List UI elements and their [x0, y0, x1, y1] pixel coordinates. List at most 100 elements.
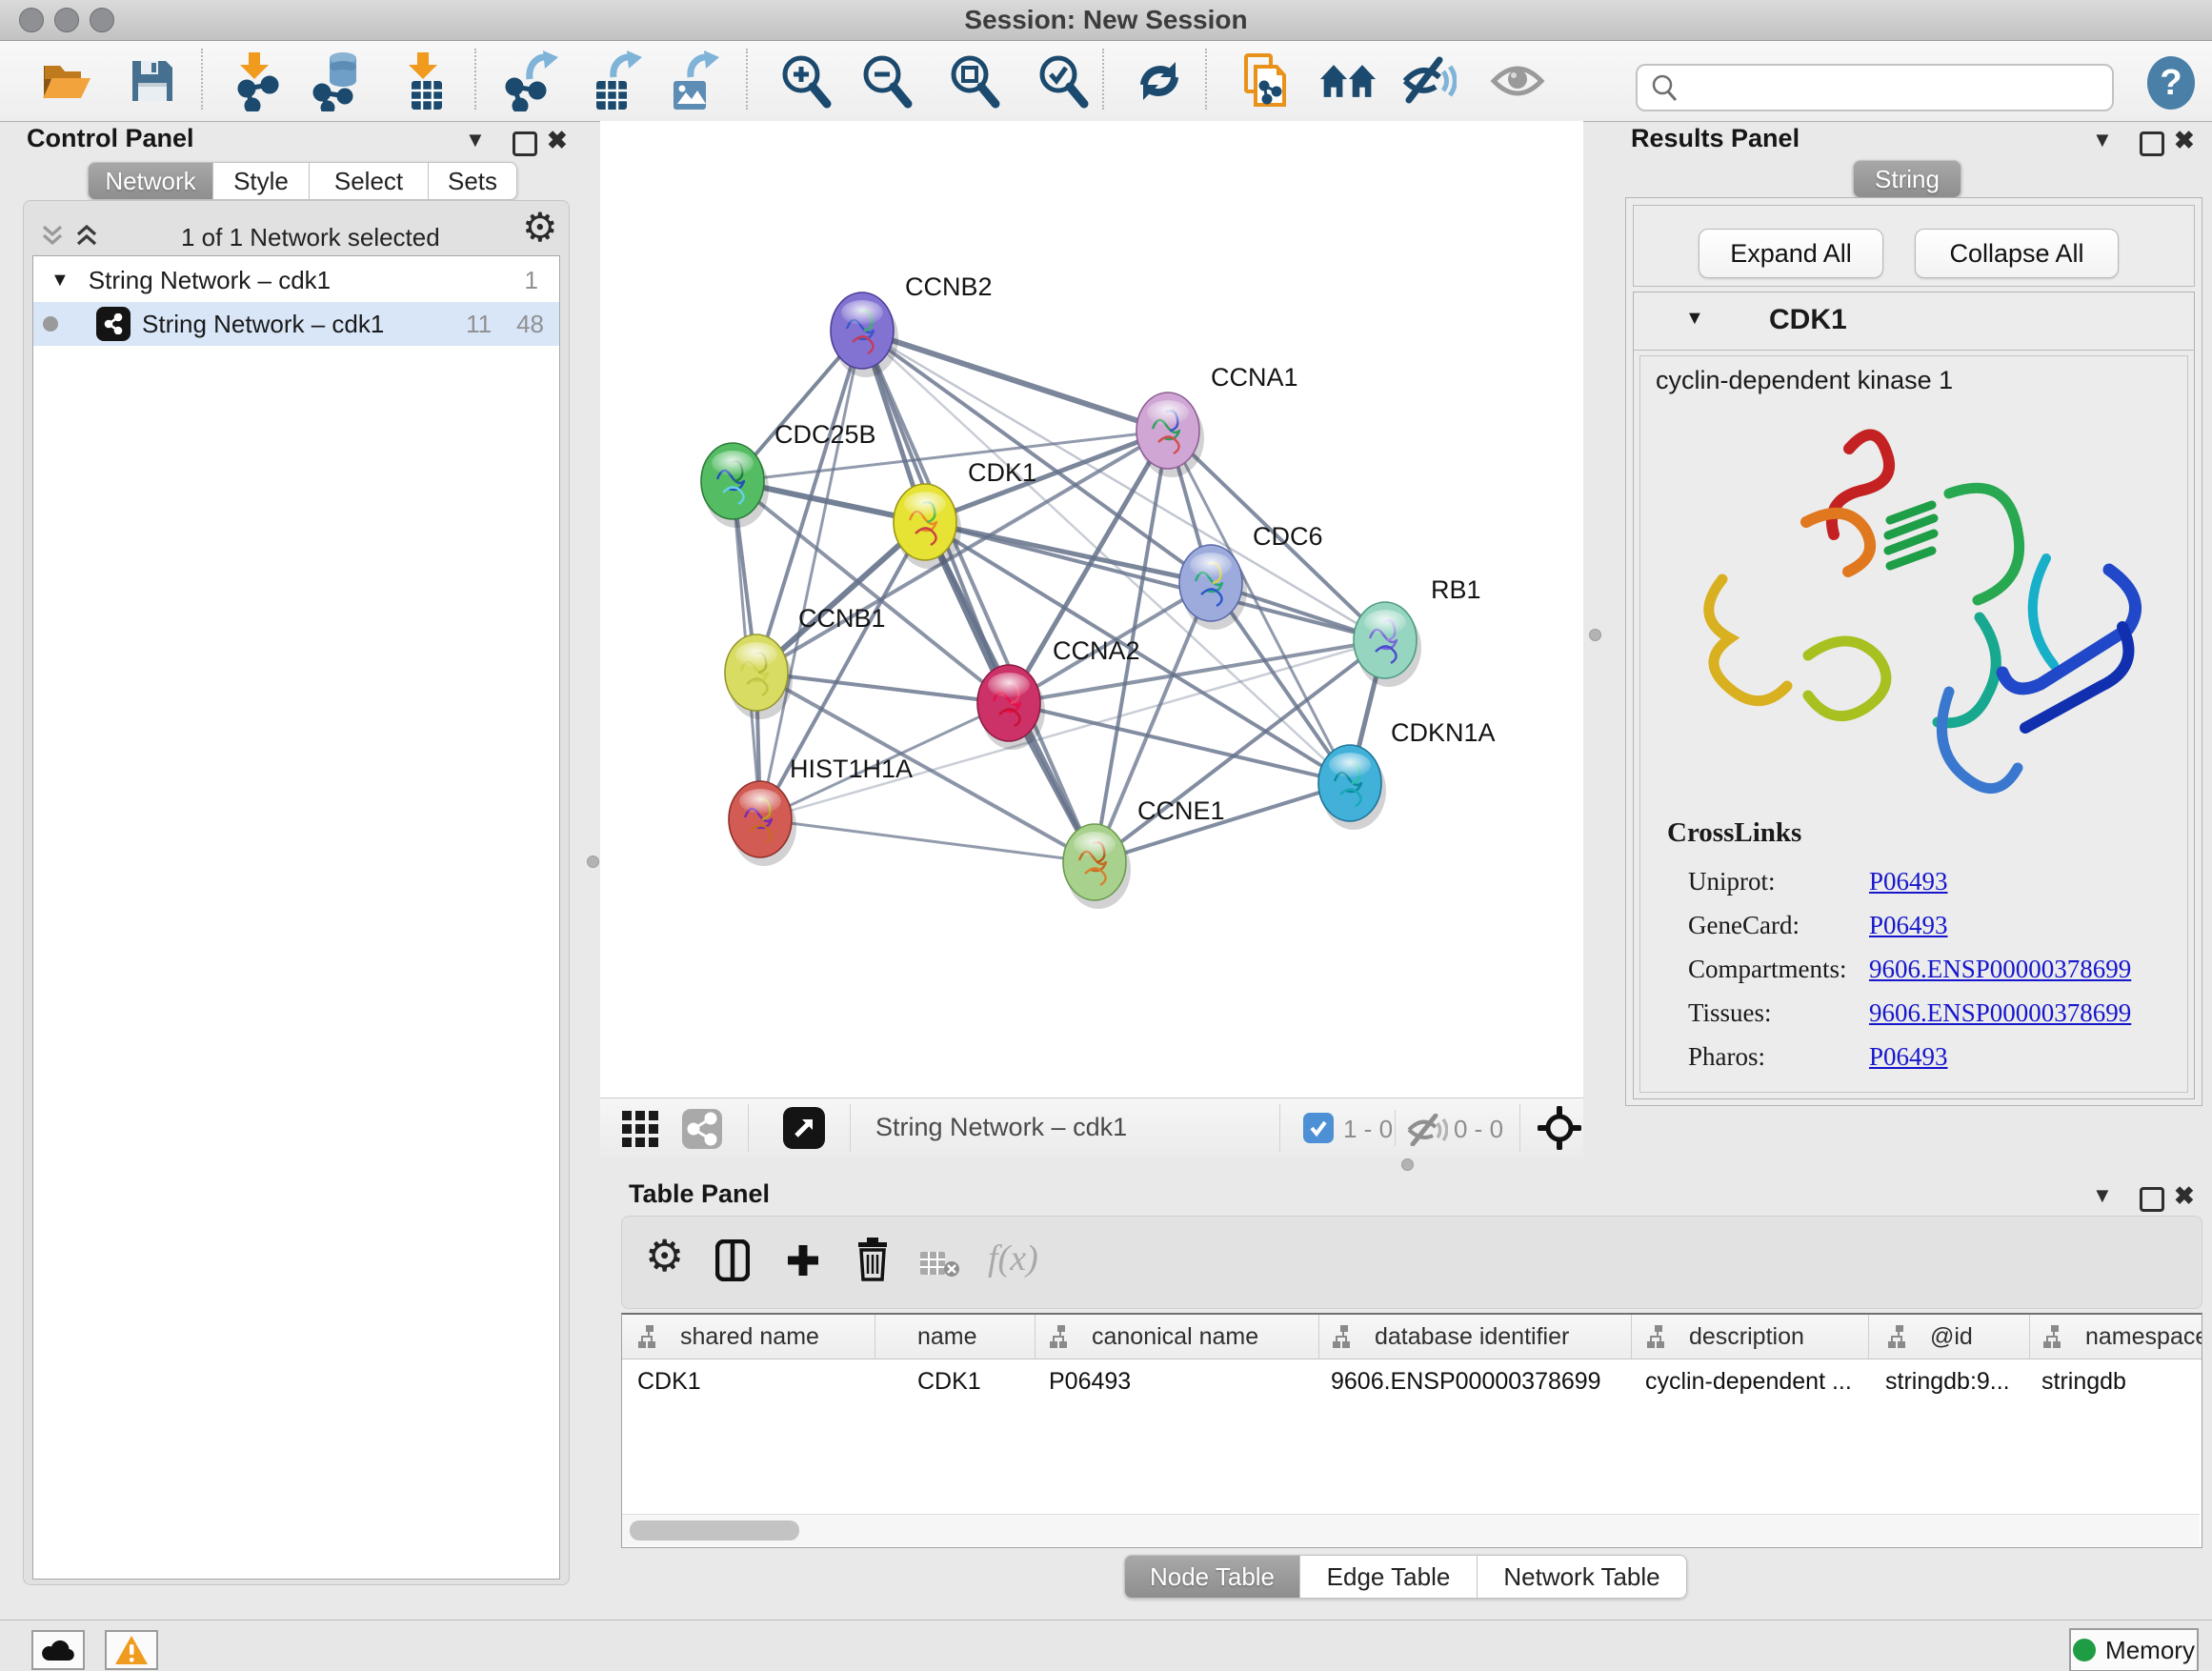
save-session-icon[interactable] [124, 49, 181, 113]
horizontal-scrollbar[interactable] [622, 1514, 2200, 1546]
expand-all-chevron-icon[interactable] [72, 223, 101, 250]
memory-button[interactable]: Memory [2069, 1628, 2199, 1671]
network-node-CCNB2[interactable] [831, 292, 898, 377]
tab-network-table[interactable]: Network Table [1478, 1555, 1687, 1599]
vertical-splitter-grip[interactable] [587, 856, 599, 868]
network-node-CDC25B[interactable] [701, 443, 769, 528]
network-node-CDKN1A[interactable] [1318, 745, 1386, 830]
network-node-CDK1[interactable] [894, 484, 961, 569]
column-header-namespace[interactable]: namespace [2041, 1315, 2202, 1359]
tab-sets[interactable]: Sets [429, 162, 517, 200]
network-node-RB1[interactable] [1354, 602, 1421, 687]
string-network-icon[interactable] [682, 1109, 722, 1149]
tab-node-table[interactable]: Node Table [1124, 1555, 1300, 1599]
table-panel-float-icon[interactable] [2140, 1187, 2164, 1212]
grid-view-icon[interactable] [622, 1111, 658, 1147]
hierarchy-icon [1645, 1323, 1672, 1350]
network-node-CCNE1[interactable] [1063, 824, 1131, 909]
zoom-in-icon[interactable] [776, 49, 834, 113]
show-columns-icon[interactable] [715, 1239, 750, 1281]
cell-description[interactable]: cyclin-dependent ... [1645, 1360, 1852, 1402]
show-selected-eye-icon[interactable] [1489, 49, 1546, 113]
table-settings-gear-icon[interactable]: ⚙ [645, 1234, 684, 1278]
zoom-out-icon[interactable] [857, 49, 915, 113]
column-header-canonical-name[interactable]: canonical name [1048, 1315, 1258, 1359]
export-network-icon[interactable] [502, 49, 559, 113]
network-edge[interactable] [1009, 703, 1350, 783]
tab-style[interactable]: Style [213, 162, 310, 200]
network-node-CDC6[interactable] [1179, 545, 1247, 630]
cell-canonical-name[interactable]: P06493 [1049, 1360, 1131, 1402]
tab-select[interactable]: Select [310, 162, 429, 200]
tab-edge-table[interactable]: Edge Table [1300, 1555, 1478, 1599]
control-panel-close-icon[interactable]: ✖ [547, 126, 568, 155]
cloud-status-button[interactable] [31, 1630, 85, 1670]
control-panel-menu-caret-icon[interactable]: ▼ [465, 128, 486, 152]
results-panel-menu-caret-icon[interactable]: ▼ [2092, 128, 2113, 152]
clone-network-icon[interactable] [1238, 49, 1296, 113]
help-icon[interactable]: ? [2147, 56, 2195, 110]
network-row-selected[interactable]: String Network – cdk1 11 48 [33, 302, 559, 346]
network-edge[interactable] [760, 819, 1095, 862]
table-panel-close-icon[interactable]: ✖ [2174, 1181, 2195, 1211]
column-header-name[interactable]: name [917, 1315, 977, 1359]
network-edge[interactable] [862, 331, 1385, 640]
export-table-icon[interactable] [588, 49, 645, 113]
column-header-shared-name[interactable]: shared name [636, 1315, 819, 1359]
genecard-link[interactable]: P06493 [1869, 903, 2131, 947]
collapse-all-chevron-icon[interactable] [38, 223, 67, 250]
expand-all-button[interactable]: Expand All [1699, 229, 1883, 278]
cell-id[interactable]: stringdb:9... [1885, 1360, 2010, 1402]
table-panel-menu-caret-icon[interactable]: ▼ [2092, 1183, 2113, 1208]
cdk1-card-header[interactable]: ▼ CDK1 [1634, 292, 2194, 351]
selected-checkbox-icon[interactable] [1303, 1113, 1334, 1143]
pharos-link[interactable]: P06493 [1869, 1035, 2131, 1078]
network-canvas[interactable]: CCNB2CCNA1CDC25BCDK1CDC6RB1CCNB1CCNA2CDK… [600, 121, 1583, 1097]
column-header-id[interactable]: @id [1886, 1315, 1973, 1359]
open-session-icon[interactable] [38, 49, 95, 113]
hide-selected-eye-slash-icon[interactable] [1400, 49, 1458, 113]
uniprot-link[interactable]: P06493 [1869, 859, 2131, 903]
open-in-new-window-icon[interactable] [783, 1107, 825, 1149]
hidden-eye-slash-icon[interactable] [1406, 1114, 1448, 1146]
search-input[interactable] [1687, 73, 2112, 103]
toolbar-search-field[interactable] [1636, 64, 2114, 111]
tab-network[interactable]: Network [88, 162, 213, 200]
cell-database-identifier[interactable]: 9606.ENSP00000378699 [1331, 1360, 1601, 1402]
import-network-database-icon[interactable] [312, 49, 369, 113]
network-collection-row[interactable]: ▼ String Network – cdk1 1 [33, 258, 559, 302]
delete-column-trash-icon[interactable] [856, 1238, 889, 1281]
network-node-HIST1H1A[interactable] [729, 781, 796, 866]
collapse-all-button[interactable]: Collapse All [1915, 229, 2119, 278]
import-network-file-icon[interactable] [229, 49, 286, 113]
horizontal-splitter-grip[interactable] [1401, 1158, 1414, 1171]
tissues-link[interactable]: 9606.ENSP00000378699 [1869, 991, 2131, 1035]
network-node-CCNA2[interactable] [977, 665, 1045, 750]
cell-namespace[interactable]: stringdb [2041, 1360, 2126, 1402]
cell-name[interactable]: CDK1 [917, 1360, 981, 1402]
network-edge[interactable] [862, 331, 1168, 431]
cell-shared-name[interactable]: CDK1 [637, 1360, 701, 1402]
import-table-icon[interactable] [397, 49, 454, 113]
collapse-entry-caret-icon[interactable]: ▼ [1685, 308, 1704, 330]
tab-string[interactable]: String [1853, 160, 1961, 198]
birds-eye-view-icon[interactable] [1538, 1106, 1581, 1150]
network-edge[interactable] [756, 673, 1009, 703]
add-column-plus-icon[interactable] [786, 1243, 820, 1278]
column-header-description[interactable]: description [1645, 1315, 1804, 1359]
refresh-icon[interactable] [1131, 49, 1188, 113]
column-header-database-identifier[interactable]: database identifier [1331, 1315, 1569, 1359]
tree-expander-icon[interactable]: ▼ [50, 270, 70, 292]
zoom-fit-icon[interactable] [945, 49, 1002, 113]
zoom-selected-icon[interactable] [1034, 49, 1091, 113]
results-panel-close-icon[interactable]: ✖ [2174, 126, 2195, 155]
network-panel-gear-icon[interactable]: ⚙ [522, 208, 558, 248]
warnings-button[interactable] [105, 1630, 158, 1670]
compartments-link[interactable]: 9606.ENSP00000378699 [1869, 947, 2131, 991]
results-panel-float-icon[interactable] [2140, 131, 2164, 156]
export-image-icon[interactable] [665, 49, 722, 113]
home-icon[interactable] [1319, 49, 1377, 113]
control-panel-float-icon[interactable] [513, 131, 537, 156]
scrollbar-thumb[interactable] [630, 1520, 799, 1540]
vertical-splitter-grip[interactable] [1589, 629, 1601, 641]
